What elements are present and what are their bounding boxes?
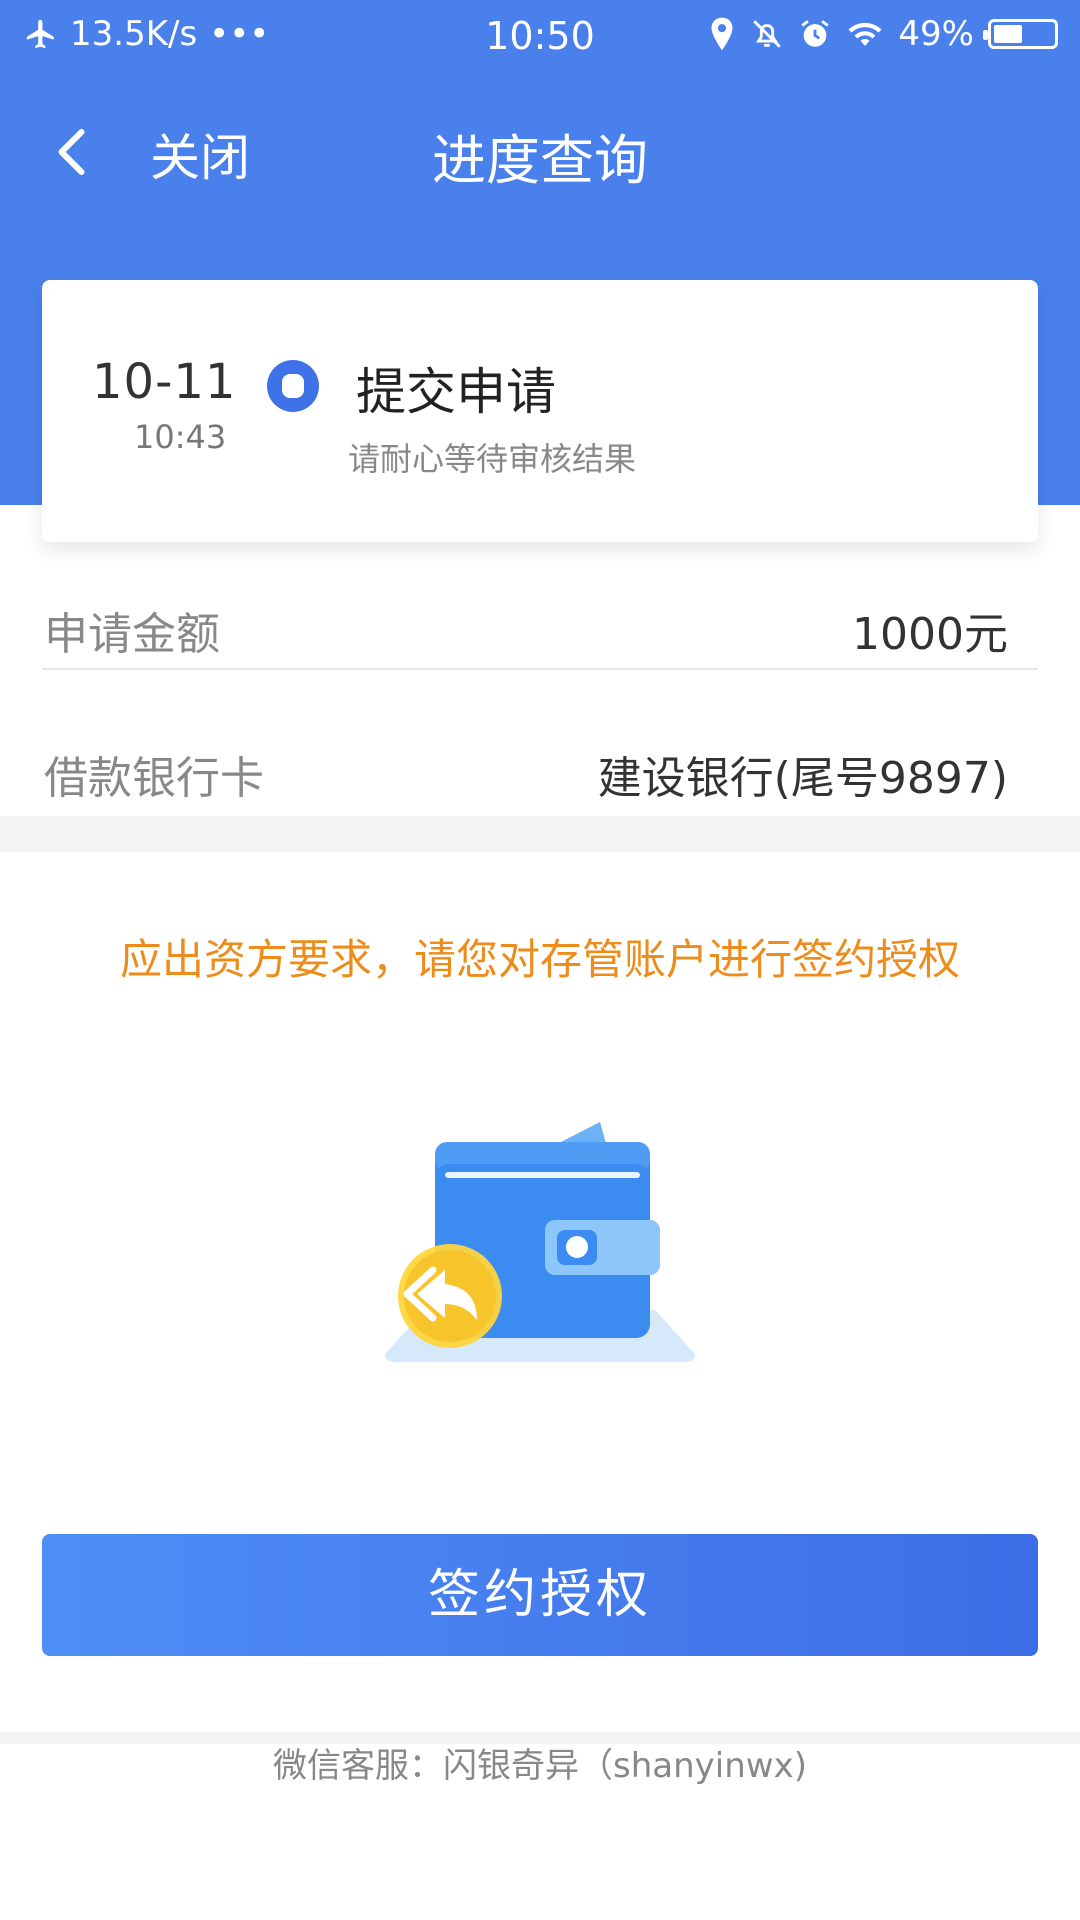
bell-off-icon [753,20,782,48]
location-icon [711,17,733,51]
battery-percent: 49% [898,14,974,54]
progress-date: 10-11 [92,354,237,410]
status-dot-icon [267,360,319,412]
status-right: 49% [708,14,1058,54]
amount-row: 申请金额 1000元 [42,572,1038,692]
progress-step-title: 提交申请 [356,363,556,421]
amount-value: 1000元 [852,609,1008,660]
progress-card: 10-11 10:43 提交申请 请耐心等待审核结果 [42,280,1038,542]
battery-icon [983,19,1058,49]
navigation-bar: 关闭 进度查询 [0,100,1080,200]
divider [42,668,1038,670]
amount-label: 申请金额 [44,609,220,660]
bank-card-value: 建设银行(尾号9897) [597,753,1008,804]
page-title: 进度查询 [432,129,648,192]
sign-authorization-button[interactable]: 签约授权 [42,1534,1038,1656]
alarm-icon [801,20,830,47]
progress-time: 10:43 [134,418,227,456]
wallet-illustration [385,1122,695,1362]
wifi-icon [848,22,882,46]
bank-card-label: 借款银行卡 [44,753,264,804]
section-separator [0,816,1080,852]
authorization-notice: 应出资方要求，请您对存管账户进行签约授权 [119,935,960,984]
customer-service-text: 微信客服：闪银奇异（shanyinwx) [273,1746,807,1786]
status-bar: 13.5K/s ••• 10:50 49% [0,0,1080,76]
progress-step-desc: 请耐心等待审核结果 [348,440,637,478]
battery-level [994,25,1022,43]
